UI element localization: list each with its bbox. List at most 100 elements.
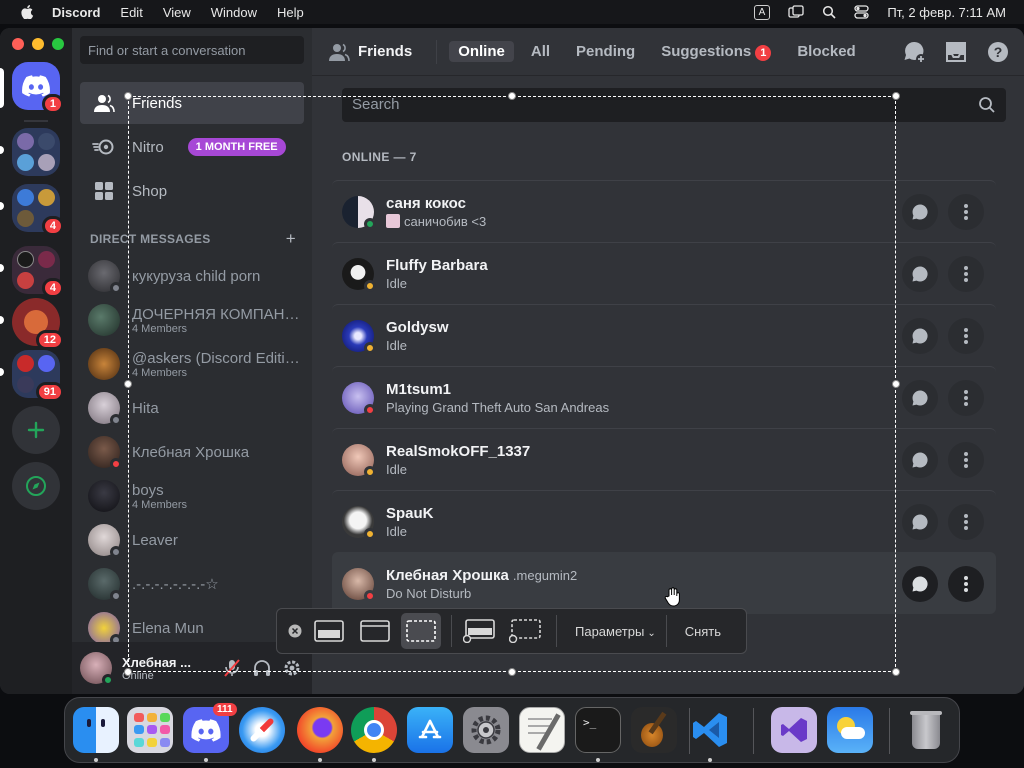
vscode-icon[interactable] xyxy=(687,707,733,753)
garageband-icon[interactable] xyxy=(631,707,677,753)
record-selection-button[interactable] xyxy=(506,613,546,649)
server-folder-5[interactable]: 91 xyxy=(12,350,64,402)
menu-help[interactable]: Help xyxy=(277,5,304,20)
dm-group-item[interactable]: @askers (Discord Edition) 4 Members xyxy=(80,342,304,386)
home-button[interactable]: 1 xyxy=(12,62,64,114)
more-options-button[interactable] xyxy=(948,194,984,230)
dm-group-item[interactable]: boys 4 Members xyxy=(80,474,304,518)
tab-all[interactable]: All xyxy=(522,41,559,62)
menu-app-name[interactable]: Discord xyxy=(52,5,100,20)
friend-status-text: Idle xyxy=(386,523,407,539)
headphones-icon[interactable] xyxy=(252,658,272,678)
capture-entire-screen-button[interactable] xyxy=(309,613,349,649)
weather-icon[interactable] xyxy=(827,707,873,753)
dm-item[interactable]: кукуруза child porn xyxy=(80,254,304,298)
friend-row[interactable]: Goldysw Idle xyxy=(332,304,996,366)
nav-friends[interactable]: Friends xyxy=(80,82,304,124)
server-folder-1[interactable] xyxy=(12,128,60,176)
friend-row[interactable]: RealSmokOFF_1337 Idle xyxy=(332,428,996,490)
nav-shop-label: Shop xyxy=(132,182,168,200)
more-options-button[interactable] xyxy=(948,442,984,478)
minimize-window-button[interactable] xyxy=(32,38,44,50)
capture-button[interactable]: Снять xyxy=(667,624,739,639)
more-options-button[interactable] xyxy=(948,504,984,540)
message-button[interactable] xyxy=(902,504,938,540)
visual-studio-icon[interactable] xyxy=(771,707,817,753)
friend-row[interactable]: Fluffy Barbara Idle xyxy=(332,242,996,304)
terminal-icon[interactable]: >_ xyxy=(575,707,621,753)
user-name: Хлебная ... xyxy=(122,654,191,670)
dm-group-item[interactable]: ДОЧЕРНЯЯ КОМПАНИЯ 4 Members xyxy=(80,298,304,342)
clock[interactable]: Пт, 2 февр. 7:11 AM xyxy=(887,5,1006,20)
message-button[interactable] xyxy=(902,380,938,416)
menu-edit[interactable]: Edit xyxy=(120,5,142,20)
dm-item[interactable]: Клебная Хрошка xyxy=(80,430,304,474)
explore-servers-button[interactable] xyxy=(12,462,60,510)
tab-pending[interactable]: Pending xyxy=(567,41,644,62)
dm-item[interactable]: .-.-.-.-.-.-.-.-☆ xyxy=(80,562,304,606)
user-info[interactable]: Хлебная ... Online xyxy=(122,655,191,682)
close-toolbar-button[interactable] xyxy=(285,621,305,641)
add-server-button[interactable] xyxy=(12,406,60,454)
app-store-icon[interactable] xyxy=(407,707,453,753)
close-window-button[interactable] xyxy=(12,38,24,50)
more-options-button[interactable] xyxy=(948,566,984,602)
more-options-button[interactable] xyxy=(948,256,984,292)
tab-online[interactable]: Online xyxy=(449,41,514,62)
dock-separator xyxy=(753,708,754,754)
message-button[interactable] xyxy=(902,194,938,230)
dm-item[interactable]: Leaver xyxy=(80,518,304,562)
capture-selection-button[interactable] xyxy=(401,613,441,649)
new-group-dm-icon[interactable] xyxy=(902,40,926,64)
message-button[interactable] xyxy=(902,256,938,292)
apple-menu-icon[interactable] xyxy=(20,5,34,19)
textedit-icon[interactable] xyxy=(519,707,565,753)
menu-view[interactable]: View xyxy=(163,5,191,20)
nav-shop[interactable]: Shop xyxy=(80,170,304,212)
message-button[interactable] xyxy=(902,566,938,602)
menu-window[interactable]: Window xyxy=(211,5,257,20)
nav-nitro[interactable]: Nitro 1 MONTH FREE xyxy=(80,126,304,168)
trash-icon[interactable] xyxy=(903,707,949,753)
more-options-button[interactable] xyxy=(948,380,984,416)
dm-item[interactable]: Hita xyxy=(80,386,304,430)
friend-row[interactable]: M1tsum1 Playing Grand Theft Auto San Andr… xyxy=(332,366,996,428)
input-source-indicator[interactable]: A xyxy=(753,4,771,20)
spotlight-icon[interactable] xyxy=(822,5,836,19)
search-icon xyxy=(979,97,995,113)
create-dm-button[interactable]: + xyxy=(286,229,296,249)
inbox-icon[interactable] xyxy=(944,40,968,64)
zoom-window-button[interactable] xyxy=(52,38,64,50)
friend-row[interactable]: SpauK Idle xyxy=(332,490,996,552)
capture-window-button[interactable] xyxy=(355,613,395,649)
chrome-icon[interactable] xyxy=(351,707,397,753)
friends-search-input[interactable]: Search xyxy=(342,88,1006,122)
system-settings-icon[interactable] xyxy=(463,707,509,753)
message-button[interactable] xyxy=(902,318,938,354)
safari-icon[interactable] xyxy=(239,707,285,753)
friend-actions xyxy=(902,504,984,540)
settings-gear-icon[interactable] xyxy=(282,658,302,678)
record-entire-screen-button[interactable] xyxy=(460,613,500,649)
tab-suggestions[interactable]: Suggestions 1 xyxy=(652,41,780,63)
control-center-icon[interactable] xyxy=(854,5,869,19)
launchpad-icon[interactable] xyxy=(127,707,173,753)
more-options-button[interactable] xyxy=(948,318,984,354)
window-switcher-icon[interactable] xyxy=(788,5,804,19)
options-dropdown[interactable]: Параметры ⌄ xyxy=(565,624,666,639)
friend-row[interactable]: саня кокос саничобив <3 xyxy=(332,180,996,242)
server-4[interactable]: 12 xyxy=(12,298,64,350)
home-unread-badge: 1 xyxy=(41,94,64,114)
topbar-actions: ? xyxy=(902,40,1010,64)
find-conversation-button[interactable]: Find or start a conversation xyxy=(80,36,304,64)
server-folder-2[interactable]: 4 xyxy=(12,184,64,236)
tab-blocked[interactable]: Blocked xyxy=(788,41,864,62)
finder-icon[interactable] xyxy=(73,707,119,753)
friend-status-text: Idle xyxy=(386,461,407,477)
help-icon[interactable]: ? xyxy=(986,40,1010,64)
server-folder-3[interactable]: 4 xyxy=(12,246,64,298)
mute-mic-icon[interactable] xyxy=(222,658,242,678)
firefox-icon[interactable] xyxy=(297,707,343,753)
user-avatar[interactable] xyxy=(80,652,114,686)
message-button[interactable] xyxy=(902,442,938,478)
